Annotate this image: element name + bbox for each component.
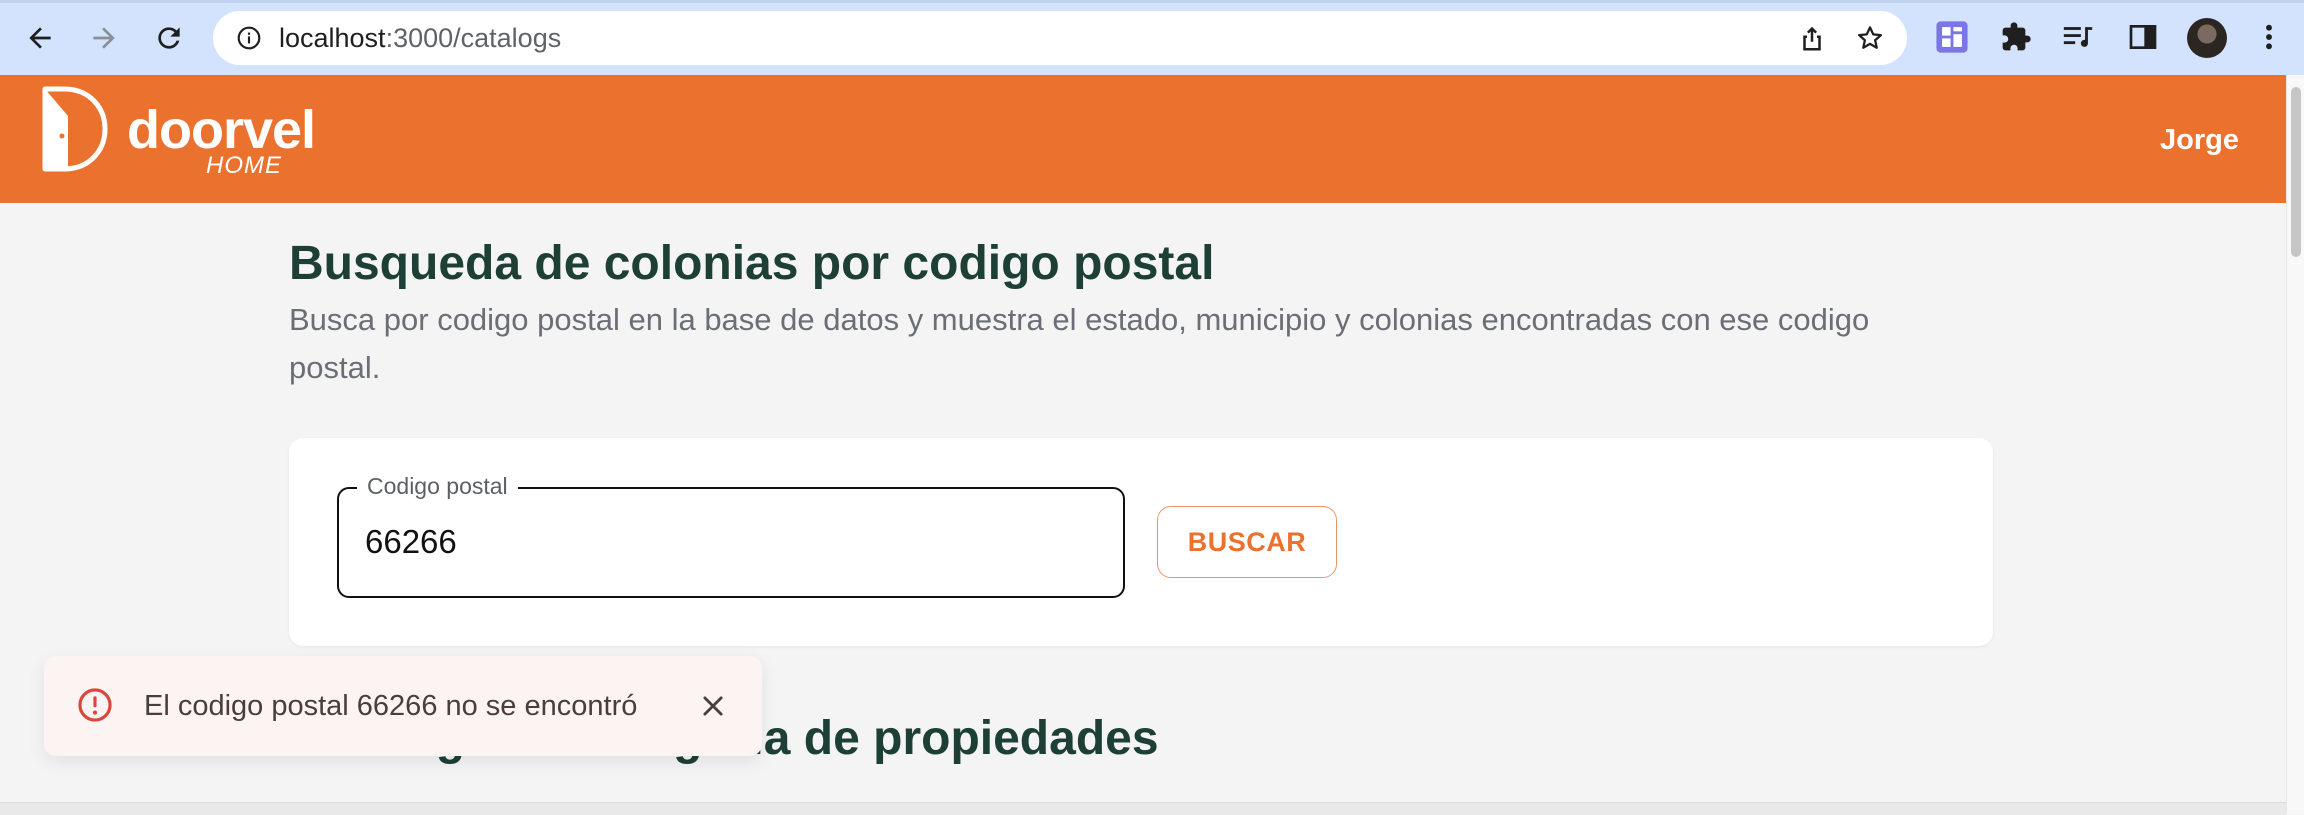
page-description: Busca por codigo postal en la base de da…	[289, 302, 1870, 385]
brand-name[interactable]: doorvel	[127, 103, 316, 157]
tab-strip-edge	[0, 0, 2304, 3]
info-icon[interactable]	[236, 25, 262, 51]
error-icon	[78, 688, 112, 722]
arrow-right-icon	[93, 27, 115, 49]
page-scrollbar[interactable]	[2286, 75, 2304, 814]
side-panel-button[interactable]	[2123, 17, 2163, 57]
arrow-left-icon	[29, 27, 51, 49]
postal-code-input[interactable]	[365, 517, 1105, 567]
reading-list-button[interactable]	[2058, 17, 2098, 57]
extension-app-icon	[1936, 21, 1968, 53]
browser-toolbar: localhost:3000/catalogs	[0, 0, 2304, 75]
back-button[interactable]	[20, 18, 60, 58]
page-title: Busqueda de colonias por codigo postal	[289, 237, 1215, 290]
url-text[interactable]: localhost:3000/catalogs	[279, 24, 561, 52]
profile-avatar[interactable]	[2187, 18, 2227, 58]
reload-button[interactable]	[149, 18, 189, 58]
forward-button[interactable]	[84, 18, 124, 58]
side-panel-icon	[2129, 25, 2157, 49]
reload-icon	[158, 27, 180, 49]
url-path: :3000/catalogs	[385, 23, 562, 53]
star-icon[interactable]	[1855, 23, 1885, 53]
app-header: doorvel HOME Jorge	[0, 75, 2286, 203]
puzzle-icon	[2002, 22, 2031, 51]
snackbar-close-button[interactable]	[695, 688, 731, 724]
snackbar-message: El codigo postal 66266 no se encontró	[144, 690, 638, 722]
search-card: Codigo postal BUSCAR	[289, 438, 1993, 646]
user-menu[interactable]: Jorge	[2160, 125, 2239, 155]
kebab-menu-icon	[2266, 24, 2272, 50]
postal-code-label: Codigo postal	[357, 472, 518, 500]
brand-subtitle: HOME	[206, 152, 282, 179]
error-snackbar: El codigo postal 66266 no se encontró	[44, 656, 762, 756]
page-bottom-edge	[0, 802, 2286, 815]
extension-button[interactable]	[1932, 17, 1972, 57]
url-host: localhost	[279, 23, 386, 53]
postal-code-field[interactable]: Codigo postal	[337, 472, 1125, 598]
close-icon	[703, 696, 723, 716]
browser-menu-button[interactable]	[2254, 17, 2284, 57]
reading-list-icon	[2063, 27, 2093, 47]
share-icon[interactable]	[1797, 23, 1827, 53]
doorvel-logo-icon[interactable]	[42, 86, 108, 172]
extensions-button[interactable]	[1996, 17, 2036, 57]
scrollbar-thumb[interactable]	[2291, 87, 2301, 257]
address-bar[interactable]: localhost:3000/catalogs	[213, 11, 1907, 65]
search-button[interactable]: BUSCAR	[1157, 506, 1337, 578]
